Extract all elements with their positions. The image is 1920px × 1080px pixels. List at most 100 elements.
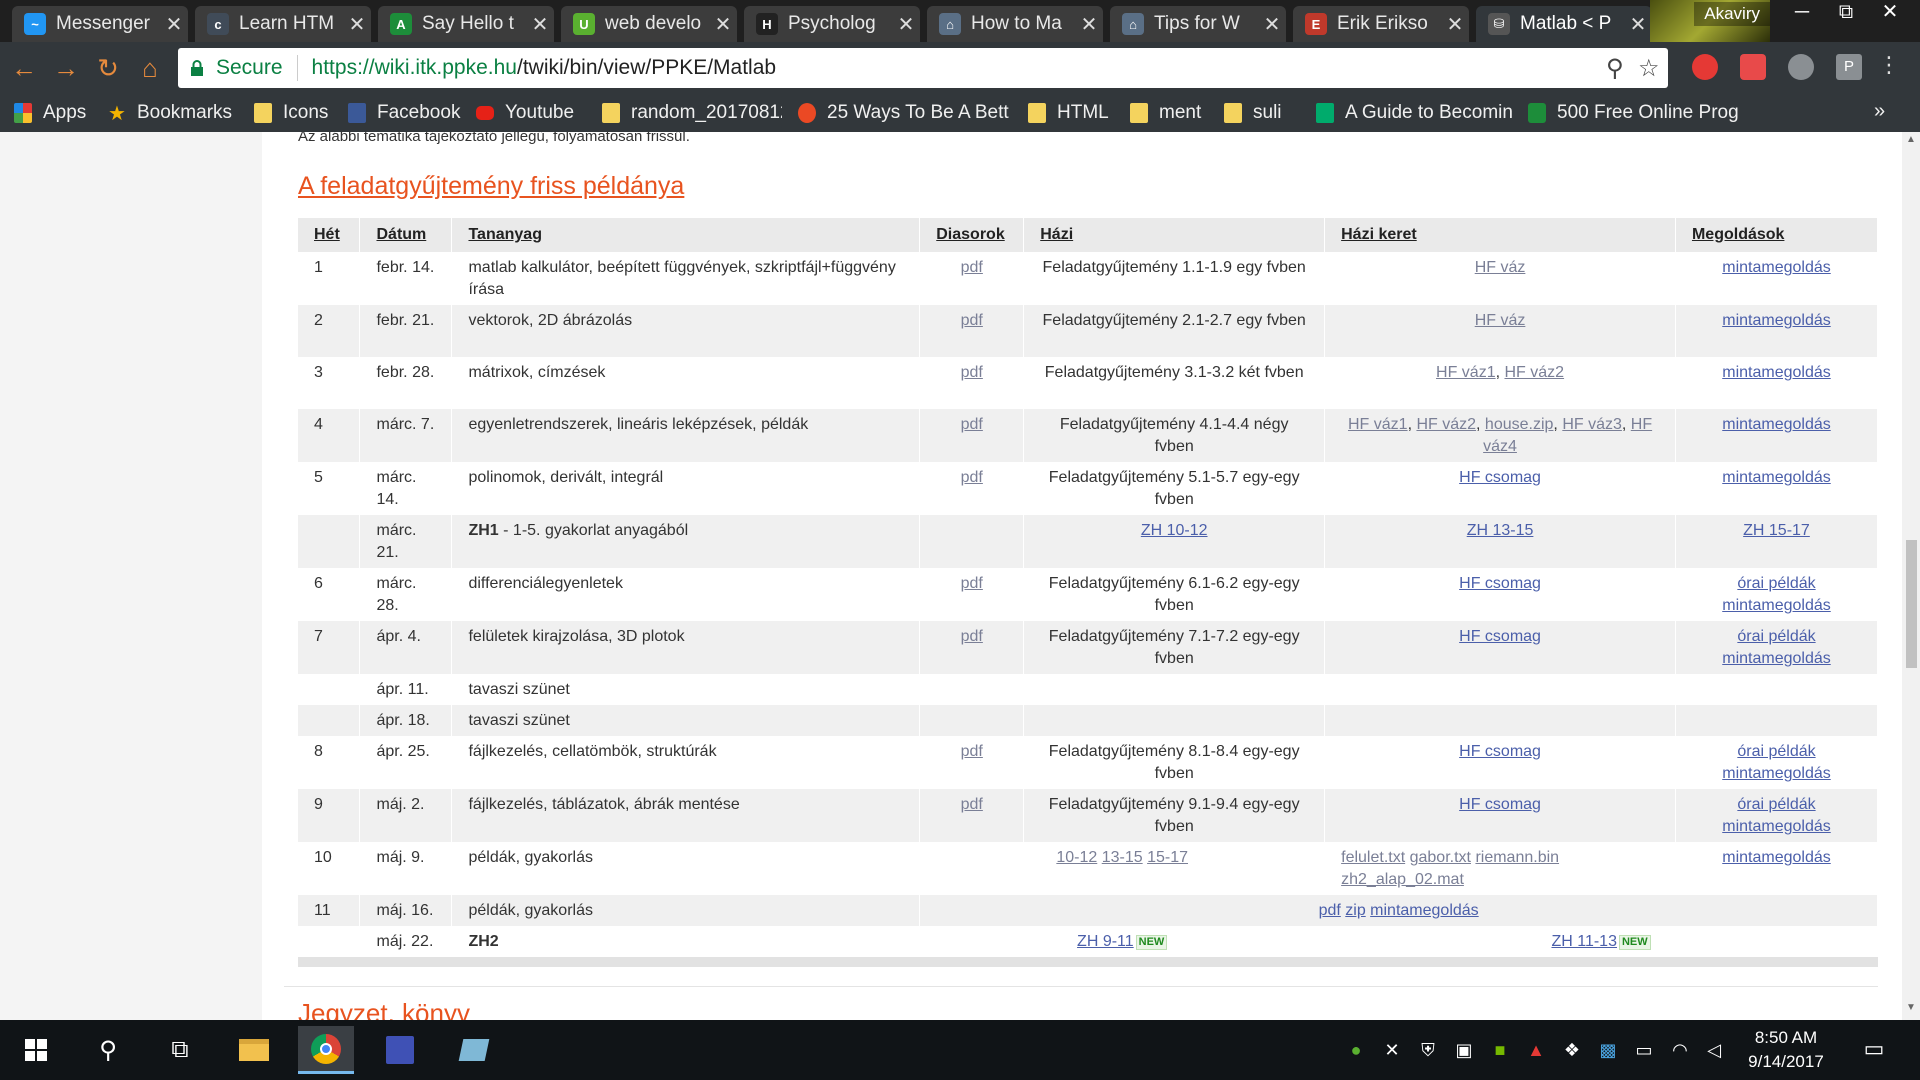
solution-link[interactable]: mintamegoldás	[1722, 416, 1831, 433]
template-link[interactable]: HF váz	[1475, 312, 1526, 329]
header-diasorok[interactable]: Diasorok	[919, 218, 1025, 252]
tray-volume-icon[interactable]: ◁	[1702, 1038, 1726, 1062]
tray-dropbox-icon[interactable]: ❖	[1560, 1038, 1584, 1062]
slides-pdf-link[interactable]: pdf	[961, 796, 983, 813]
home-icon[interactable]: ⌂	[134, 52, 166, 84]
file-explorer-icon[interactable]	[226, 1026, 282, 1074]
header-hazi-keret[interactable]: Házi keret	[1324, 218, 1676, 252]
search-icon[interactable]: ⚲	[80, 1026, 136, 1074]
slides-pdf-link[interactable]: pdf	[961, 575, 983, 592]
extension-ublock-icon[interactable]	[1692, 54, 1718, 80]
header-het[interactable]: Hét	[298, 218, 361, 252]
tab-close-icon[interactable]: ✕	[526, 12, 554, 37]
header-hazi[interactable]: Házi	[1023, 218, 1326, 252]
scroll-down-icon[interactable]: ▼	[1902, 1002, 1920, 1018]
tray-device-icon[interactable]: ▣	[1452, 1038, 1476, 1062]
tab-close-icon[interactable]: ✕	[343, 12, 371, 37]
url-text[interactable]: https://wiki.itk.ppke.hu/twiki/bin/view/…	[312, 56, 777, 80]
solution-link[interactable]: mintamegoldás	[1722, 364, 1831, 381]
tray-wifi-icon[interactable]: ◠	[1668, 1038, 1692, 1062]
zh-link[interactable]: ZH 9-11	[1077, 933, 1134, 950]
restore-icon[interactable]: ⧉	[1826, 0, 1866, 26]
template-link[interactable]: HF váz1	[1436, 364, 1496, 381]
page-scrollbar[interactable]: ▲ ▼	[1902, 132, 1920, 1020]
bookmark-item[interactable]: 500 Free Online Prog	[1528, 100, 1740, 126]
bookmark-item[interactable]: 25 Ways To Be A Bett	[798, 100, 1010, 126]
bookmark-item[interactable]: Icons	[254, 100, 340, 126]
solution-link[interactable]: mintamegoldás	[1722, 312, 1831, 329]
tab-close-icon[interactable]: ✕	[1258, 12, 1286, 37]
material-link[interactable]: zip	[1345, 902, 1365, 919]
zh-link[interactable]: 15-17	[1147, 849, 1188, 866]
template-link[interactable]: HF váz1	[1348, 416, 1408, 433]
windows-start-icon[interactable]	[8, 1026, 64, 1074]
chrome-taskbar-icon[interactable]	[298, 1026, 354, 1074]
slides-pdf-link[interactable]: pdf	[961, 364, 983, 381]
tab-close-icon[interactable]: ✕	[1624, 12, 1652, 37]
browser-tab[interactable]: Uweb develo ✕	[561, 6, 737, 42]
file-link[interactable]: riemann.bin	[1475, 849, 1559, 866]
extension-gray-icon[interactable]	[1788, 54, 1814, 80]
slides-pdf-link[interactable]: pdf	[961, 743, 983, 760]
tray-nvidia-icon[interactable]: ■	[1488, 1038, 1512, 1062]
browser-tab[interactable]: A Say Hello t ✕	[378, 6, 554, 42]
tab-close-icon[interactable]: ✕	[892, 12, 920, 37]
minimize-icon[interactable]: ─	[1782, 0, 1822, 26]
solution-link[interactable]: órai példák	[1737, 743, 1815, 760]
bookmark-item[interactable]: Youtube	[476, 100, 592, 126]
solution-link[interactable]: órai példák	[1737, 575, 1815, 592]
solution-link[interactable]: mintamegoldás	[1722, 259, 1831, 276]
file-link[interactable]: felulet.txt	[1341, 849, 1405, 866]
bookmark-item[interactable]: A Guide to Becoming	[1316, 100, 1512, 126]
notepad-app-icon[interactable]	[446, 1026, 502, 1074]
template-link[interactable]: HF csomag	[1459, 796, 1541, 813]
solution-link[interactable]: mintamegoldás	[1722, 818, 1831, 835]
material-link[interactable]: pdf	[1319, 902, 1341, 919]
browser-tab[interactable]: ~ Messenger ✕	[12, 6, 188, 42]
task-collection-link[interactable]: A feladatgyűjtemény friss példánya	[298, 172, 684, 201]
template-link[interactable]: HF váz	[1475, 259, 1526, 276]
file-link[interactable]: gabor.txt	[1410, 849, 1471, 866]
template-link[interactable]: house.zip	[1485, 416, 1554, 433]
tray-app-icon[interactable]: ▩	[1596, 1038, 1620, 1062]
solution-link[interactable]: mintamegoldás	[1722, 650, 1831, 667]
slides-pdf-link[interactable]: pdf	[961, 628, 983, 645]
tab-close-icon[interactable]: ✕	[1441, 12, 1469, 37]
solution-link[interactable]: ZH 15-17	[1743, 522, 1810, 539]
template-link[interactable]: HF váz2	[1416, 416, 1476, 433]
slides-pdf-link[interactable]: pdf	[961, 312, 983, 329]
tray-satellite-icon[interactable]: ✕	[1380, 1038, 1404, 1062]
bookmark-item[interactable]: Facebook	[348, 100, 466, 126]
template-link[interactable]: HF váz2	[1504, 364, 1564, 381]
menu-dots-icon[interactable]: ⋮	[1876, 54, 1902, 80]
solution-link[interactable]: mintamegoldás	[1722, 469, 1831, 486]
browser-tab[interactable]: E Erik Erikso ✕	[1293, 6, 1469, 42]
header-datum[interactable]: Dátum	[359, 218, 453, 252]
tray-upwork-icon[interactable]: ●	[1344, 1038, 1368, 1062]
template-link[interactable]: ZH 13-15	[1467, 522, 1534, 539]
bookmark-item[interactable]: ment	[1130, 100, 1214, 126]
bookmark-star-icon[interactable]: ☆	[1638, 54, 1660, 83]
solution-link[interactable]: órai példák	[1737, 628, 1815, 645]
solution-link[interactable]: mintamegoldás	[1722, 597, 1831, 614]
scroll-up-icon[interactable]: ▲	[1902, 134, 1920, 150]
zh-link[interactable]: 13-15	[1102, 849, 1143, 866]
tab-close-icon[interactable]: ✕	[709, 12, 737, 37]
profile-name[interactable]: Akaviry	[1694, 2, 1770, 26]
bookmark-item[interactable]: ★ Bookmarks	[108, 100, 244, 126]
profile-badge[interactable]: Akaviry	[1650, 0, 1770, 42]
zh-link[interactable]: ZH 10-12	[1141, 522, 1208, 539]
extension-p-icon[interactable]: P	[1836, 54, 1862, 80]
tab-close-icon[interactable]: ✕	[1075, 12, 1103, 37]
bookmark-item[interactable]: HTML	[1028, 100, 1118, 126]
header-megoldasok[interactable]: Megoldások	[1675, 218, 1879, 252]
template-link[interactable]: HF csomag	[1459, 469, 1541, 486]
extension-mail-icon[interactable]	[1740, 54, 1766, 80]
scroll-thumb[interactable]	[1906, 540, 1917, 668]
back-icon[interactable]: ←	[8, 52, 40, 84]
template-link[interactable]: HF váz3	[1562, 416, 1622, 433]
zh-link[interactable]: 10-12	[1056, 849, 1097, 866]
browser-tab[interactable]: ⌂ How to Ma ✕	[927, 6, 1103, 42]
forward-icon[interactable]: →	[50, 52, 82, 84]
material-link[interactable]: mintamegoldás	[1370, 902, 1479, 919]
